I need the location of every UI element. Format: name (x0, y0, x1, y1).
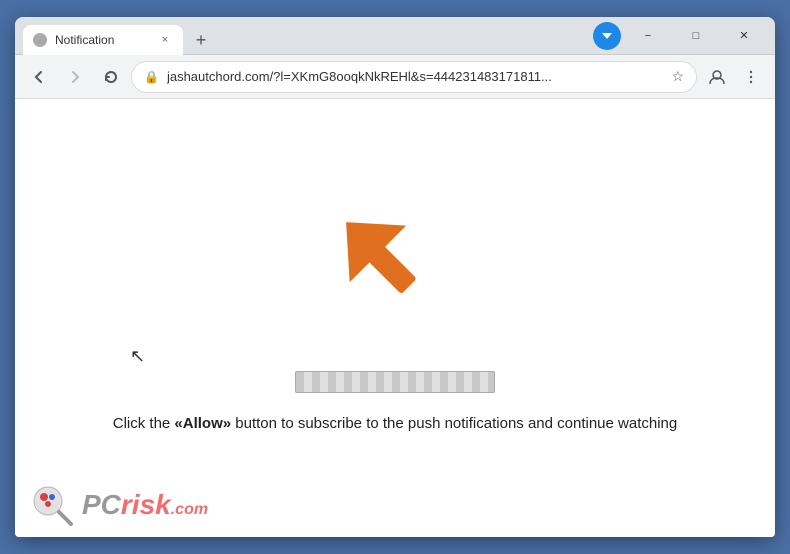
pcrisk-logo-icon (30, 483, 74, 527)
profile-button[interactable] (701, 61, 733, 93)
orange-arrow-icon (325, 201, 445, 321)
browser-window: Notification × + − □ ✕ (15, 17, 775, 537)
address-bar[interactable]: 🔒 jashautchord.com/?l=XKmG8ooqkNkREHl&s=… (131, 61, 697, 93)
pcrisk-text: PCrisk.com (82, 489, 208, 521)
minimize-button[interactable]: − (625, 21, 671, 51)
message-suffix: button to subscribe to the push notifica… (231, 415, 677, 432)
profile-dropdown-button[interactable] (593, 22, 621, 50)
toolbar-right (701, 61, 767, 93)
forward-button[interactable] (59, 61, 91, 93)
reload-button[interactable] (95, 61, 127, 93)
pcrisk-watermark: PCrisk.com (30, 483, 208, 527)
window-controls: − □ ✕ (625, 21, 767, 51)
page-message: Click the «Allow» button to subscribe to… (113, 413, 678, 436)
page-content: Click the «Allow» button to subscribe to… (15, 99, 775, 537)
maximize-button[interactable]: □ (673, 21, 719, 51)
tab-close-button[interactable]: × (157, 32, 173, 48)
risk-text: risk (121, 489, 171, 520)
active-tab[interactable]: Notification × (23, 25, 183, 55)
menu-button[interactable] (735, 61, 767, 93)
lock-icon: 🔒 (144, 70, 159, 84)
arrow-container (325, 201, 465, 341)
tab-favicon (33, 33, 47, 47)
message-prefix: Click the (113, 415, 175, 432)
cursor-indicator: ↖ (130, 346, 145, 367)
com-text: .com (171, 501, 208, 518)
title-bar: Notification × + − □ ✕ (15, 17, 775, 55)
new-tab-button[interactable]: + (187, 26, 215, 54)
tab-area: Notification × + (23, 17, 589, 54)
tab-title: Notification (55, 33, 149, 47)
toolbar: 🔒 jashautchord.com/?l=XKmG8ooqkNkREHl&s=… (15, 55, 775, 99)
allow-text: «Allow» (174, 415, 231, 432)
progress-bar (295, 371, 495, 393)
pc-text: PC (82, 489, 121, 520)
close-button[interactable]: ✕ (721, 21, 767, 51)
back-button[interactable] (23, 61, 55, 93)
bookmark-star-icon[interactable]: ☆ (671, 68, 684, 85)
url-text: jashautchord.com/?l=XKmG8ooqkNkREHl&s=44… (167, 69, 663, 84)
